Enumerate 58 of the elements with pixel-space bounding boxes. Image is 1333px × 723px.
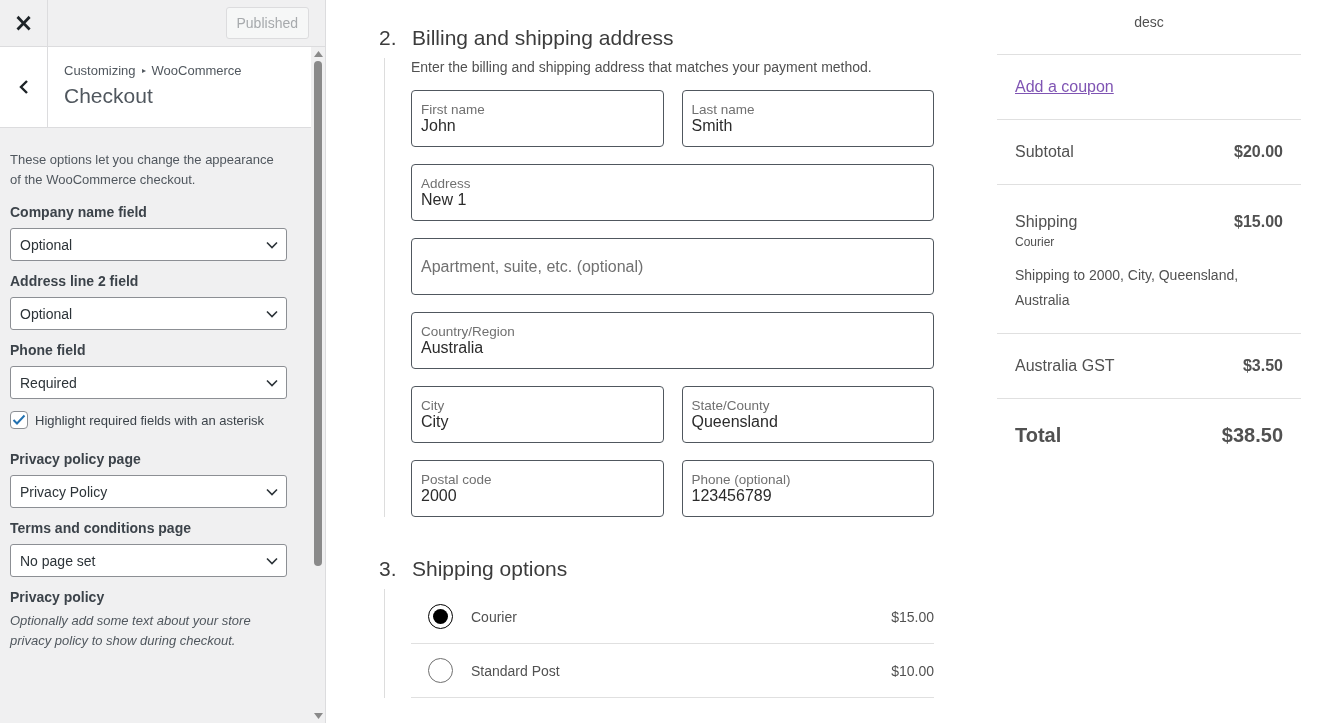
product-description: desc: [997, 0, 1301, 55]
breadcrumb-separator: ▸: [141, 66, 146, 75]
scrollbar-thumb[interactable]: [314, 61, 322, 566]
control-label: Address line 2 field: [10, 273, 140, 289]
control-label: Terms and conditions page: [10, 520, 192, 536]
control-label: Phone field: [10, 342, 87, 358]
input-field[interactable]: City City: [411, 386, 664, 443]
summary-label: Australia GST: [1015, 357, 1115, 375]
scroll-up-icon[interactable]: [313, 51, 323, 57]
shipping-destination: Shipping to 2000, City, Queensland, Australia: [1015, 266, 1240, 310]
control-label: Privacy policy: [10, 589, 106, 605]
input-field[interactable]: Phone (optional) 123456789: [681, 460, 934, 517]
input-field[interactable]: First name John: [411, 90, 664, 147]
input-field[interactable]: Apartment, suite, etc. (optional): [411, 238, 934, 295]
section-title: Checkout: [64, 84, 154, 108]
summary-label: Subtotal: [1015, 143, 1074, 161]
coupon-link[interactable]: Add a coupon: [1015, 78, 1114, 96]
back-chevron-icon: [18, 79, 29, 95]
input-field[interactable]: Country/Region Australia: [411, 312, 934, 369]
chevron-down-icon: [266, 378, 278, 387]
step-title: Billing and shipping address: [412, 26, 674, 50]
shipping-option-label: Standard Post: [471, 662, 561, 679]
summary-label: Shipping: [1015, 213, 1078, 231]
summary-label: Total: [1015, 423, 1062, 447]
step-title: Shipping options: [412, 557, 568, 581]
summary-amount: $15.00: [1234, 213, 1283, 231]
breadcrumb-text: WooCommerce: [151, 63, 242, 78]
step-number: 2.: [379, 26, 398, 50]
scroll-down-icon[interactable]: [313, 713, 323, 719]
checkbox-label: Highlight required fields with an asterisk: [35, 412, 265, 428]
chevron-down-icon: [266, 556, 278, 565]
control-description: Optionally add some text about your store privacy policy to show during checkout.: [10, 612, 252, 650]
chevron-down-icon: [266, 487, 278, 496]
select-field[interactable]: Optional: [10, 297, 287, 330]
input-field[interactable]: State/County Queensland: [681, 386, 934, 443]
step-description: Enter the billing and shipping address that matches your payment method.: [411, 59, 873, 75]
shipping-price: $10.00: [891, 662, 934, 679]
chevron-down-icon: [266, 240, 278, 249]
summary-amount: $20.00: [1234, 143, 1283, 161]
input-field[interactable]: Address New 1: [411, 164, 934, 221]
step-number: 3.: [379, 557, 398, 581]
shipping-option-label: Courier: [471, 608, 518, 625]
chevron-down-icon: [266, 309, 278, 318]
breadcrumb-text: Customizing: [64, 63, 136, 78]
summary-amount: $3.50: [1242, 357, 1283, 375]
select-field[interactable]: Optional: [10, 228, 287, 261]
select-field[interactable]: No page set: [10, 544, 287, 577]
input-field[interactable]: Last name Smith: [681, 90, 934, 147]
select-field[interactable]: Required: [10, 366, 287, 399]
shipping-method: Courier: [1015, 235, 1056, 249]
summary-amount: $38.50: [1221, 423, 1283, 447]
input-field[interactable]: Postal code 2000: [411, 460, 664, 517]
checkbox[interactable]: [10, 411, 28, 429]
select-field[interactable]: Privacy Policy: [10, 475, 287, 508]
control-label: Company name field: [10, 204, 148, 220]
control-label: Privacy policy page: [10, 451, 142, 467]
shipping-price: $15.00: [891, 608, 934, 625]
section-description: These options let you change the appearance of the WooCommerce checkout.: [10, 151, 275, 189]
